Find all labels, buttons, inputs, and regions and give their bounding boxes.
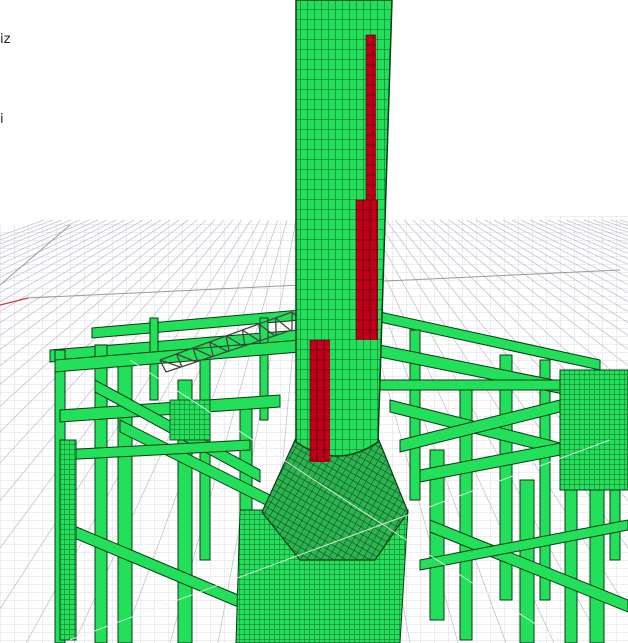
overlay-label-2: i	[0, 112, 4, 127]
3d-viewport[interactable]: iz i	[0, 0, 628, 643]
overlay-label-1: iz	[0, 32, 11, 47]
3d-model-scene[interactable]	[0, 0, 628, 643]
